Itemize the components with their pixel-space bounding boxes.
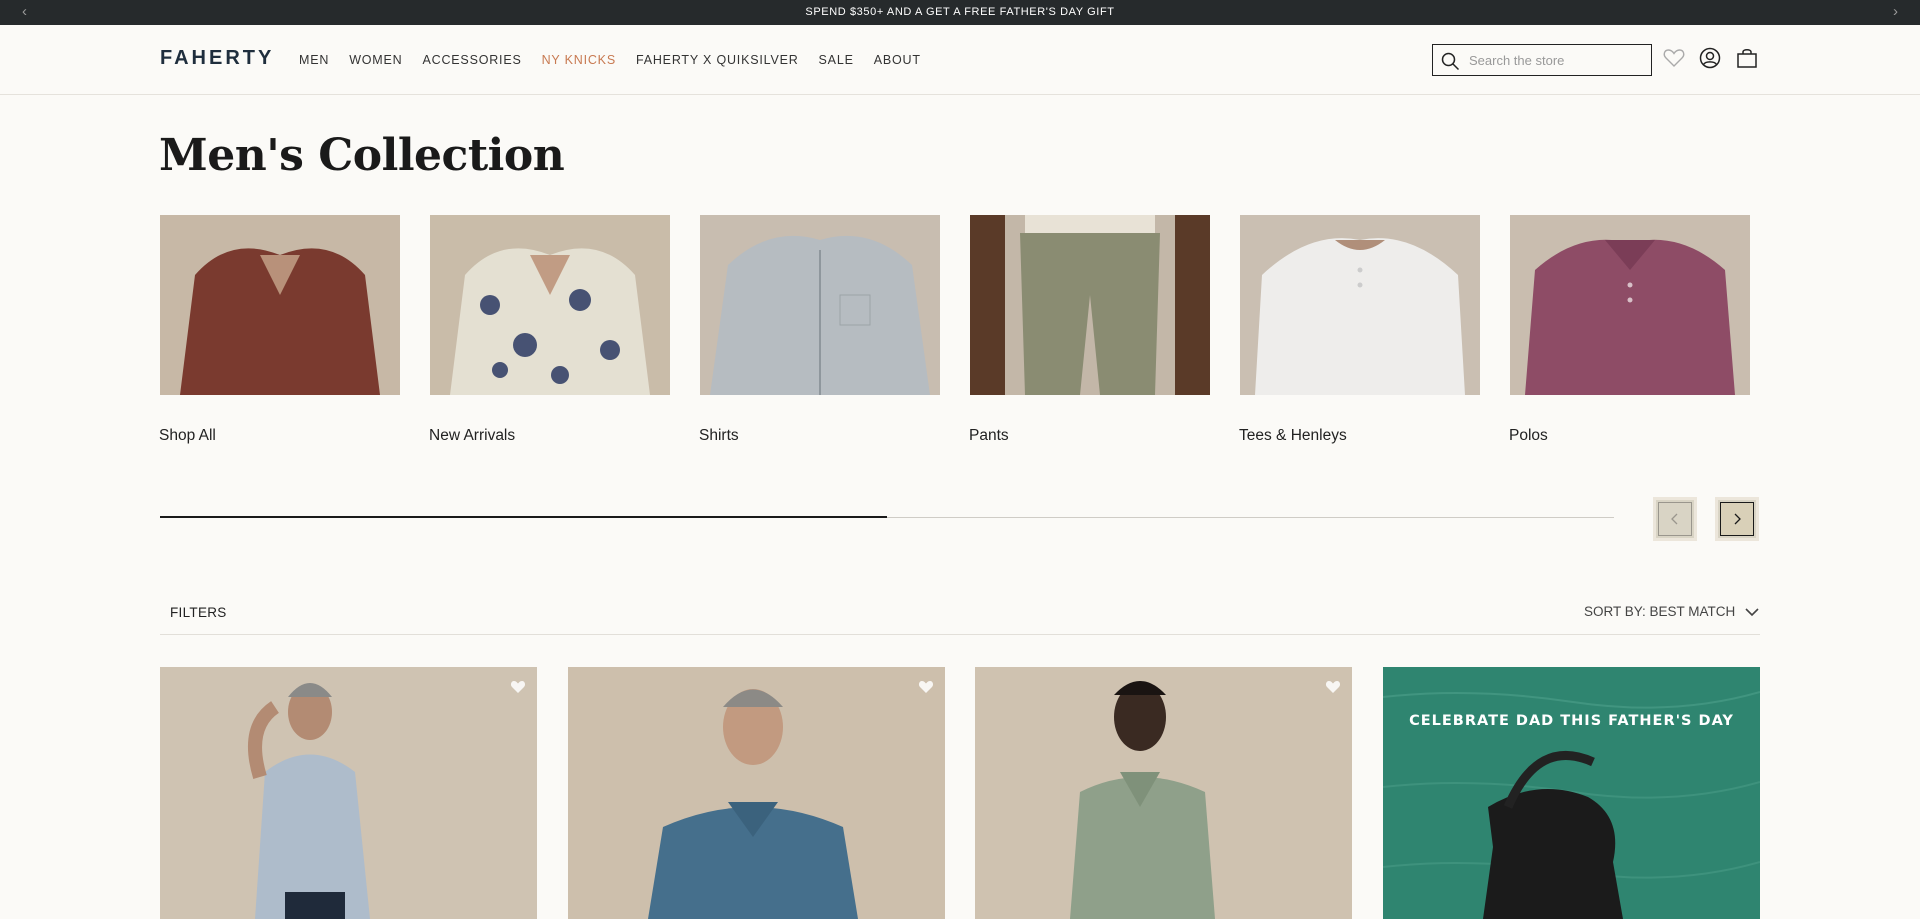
nav-item-sale[interactable]: SALE: [819, 53, 854, 67]
chevron-right-icon[interactable]: ›: [1893, 3, 1898, 21]
category-card-shop-all[interactable]: Shop All: [159, 215, 400, 444]
divider: [160, 634, 1760, 635]
category-image[interactable]: [430, 215, 670, 395]
nav-item-about[interactable]: ABOUT: [874, 53, 921, 67]
category-photo: [1510, 215, 1750, 395]
promo-image: [1383, 667, 1760, 919]
logo[interactable]: FAHERTY: [160, 47, 274, 70]
carousel-prev-button[interactable]: [1653, 497, 1697, 541]
category-label[interactable]: Polos: [1509, 427, 1548, 445]
category-photo: [700, 215, 940, 395]
category-photo: [1240, 215, 1480, 395]
category-label[interactable]: Shop All: [159, 427, 216, 445]
search-icon[interactable]: [1440, 51, 1460, 71]
product-image[interactable]: [160, 667, 537, 919]
category-photo: [430, 215, 670, 395]
page-title: Men's Collection: [159, 130, 565, 181]
nav-item-women[interactable]: WOMEN: [349, 53, 402, 67]
heart-icon[interactable]: [1324, 678, 1342, 696]
category-photo: [970, 215, 1210, 395]
category-photo: [160, 215, 400, 395]
nav-item-accessories[interactable]: ACCESSORIES: [423, 53, 522, 67]
category-image[interactable]: [700, 215, 940, 395]
carousel-next-button[interactable]: [1715, 497, 1759, 541]
filters-button[interactable]: FILTERS: [170, 605, 227, 620]
nav-item-men[interactable]: MEN: [299, 53, 329, 67]
bag-icon[interactable]: [1734, 45, 1760, 71]
category-card-shirts[interactable]: Shirts: [699, 215, 940, 444]
category-card-tees-henleys[interactable]: Tees & Henleys: [1239, 215, 1480, 444]
category-card-new-arrivals[interactable]: New Arrivals: [429, 215, 670, 444]
product-card[interactable]: [568, 667, 945, 919]
category-card-polos[interactable]: Polos: [1509, 215, 1750, 444]
category-label[interactable]: Shirts: [699, 427, 739, 445]
search-input[interactable]: [1469, 49, 1645, 71]
chevron-right-icon: [1734, 513, 1741, 525]
search-box[interactable]: [1432, 44, 1652, 76]
chevron-left-icon: [1671, 513, 1678, 525]
main-nav: MEN WOMEN ACCESSORIES NY KNICKS FAHERTY …: [299, 53, 941, 67]
category-image[interactable]: [160, 215, 400, 395]
nav-item-faherty-x-quiksilver[interactable]: FAHERTY X QUIKSILVER: [636, 53, 799, 67]
category-image[interactable]: [970, 215, 1210, 395]
category-image[interactable]: [1510, 215, 1750, 395]
heart-icon[interactable]: [1661, 45, 1687, 71]
promo-message[interactable]: SPEND $350+ AND A GET A FREE FATHER'S DA…: [0, 6, 1920, 18]
product-card[interactable]: [160, 667, 537, 919]
promo-heading[interactable]: CELEBRATE DAD THIS FATHER'S DAY: [1383, 713, 1760, 729]
category-label[interactable]: Tees & Henleys: [1239, 427, 1347, 445]
nav-item-ny-knicks[interactable]: NY KNICKS: [542, 53, 616, 67]
category-label[interactable]: New Arrivals: [429, 427, 515, 445]
category-image[interactable]: [1240, 215, 1480, 395]
heart-icon[interactable]: [917, 678, 935, 696]
heart-icon[interactable]: [509, 678, 527, 696]
site-header: FAHERTY MEN WOMEN ACCESSORIES NY KNICKS …: [0, 25, 1920, 95]
account-icon[interactable]: [1697, 45, 1723, 71]
product-card[interactable]: [975, 667, 1352, 919]
carousel-scrollbar-thumb[interactable]: [160, 516, 887, 518]
category-label[interactable]: Pants: [969, 427, 1009, 445]
chevron-down-icon[interactable]: [1745, 607, 1759, 617]
product-image[interactable]: [568, 667, 945, 919]
promo-tile[interactable]: CELEBRATE DAD THIS FATHER'S DAY: [1383, 667, 1760, 919]
category-card-pants[interactable]: Pants: [969, 215, 1210, 444]
sort-label[interactable]: SORT BY: BEST MATCH: [1584, 604, 1735, 619]
promo-bar: ‹ SPEND $350+ AND A GET A FREE FATHER'S …: [0, 0, 1920, 25]
sort-dropdown[interactable]: SORT BY: BEST MATCH: [1584, 604, 1759, 619]
product-image[interactable]: [975, 667, 1352, 919]
